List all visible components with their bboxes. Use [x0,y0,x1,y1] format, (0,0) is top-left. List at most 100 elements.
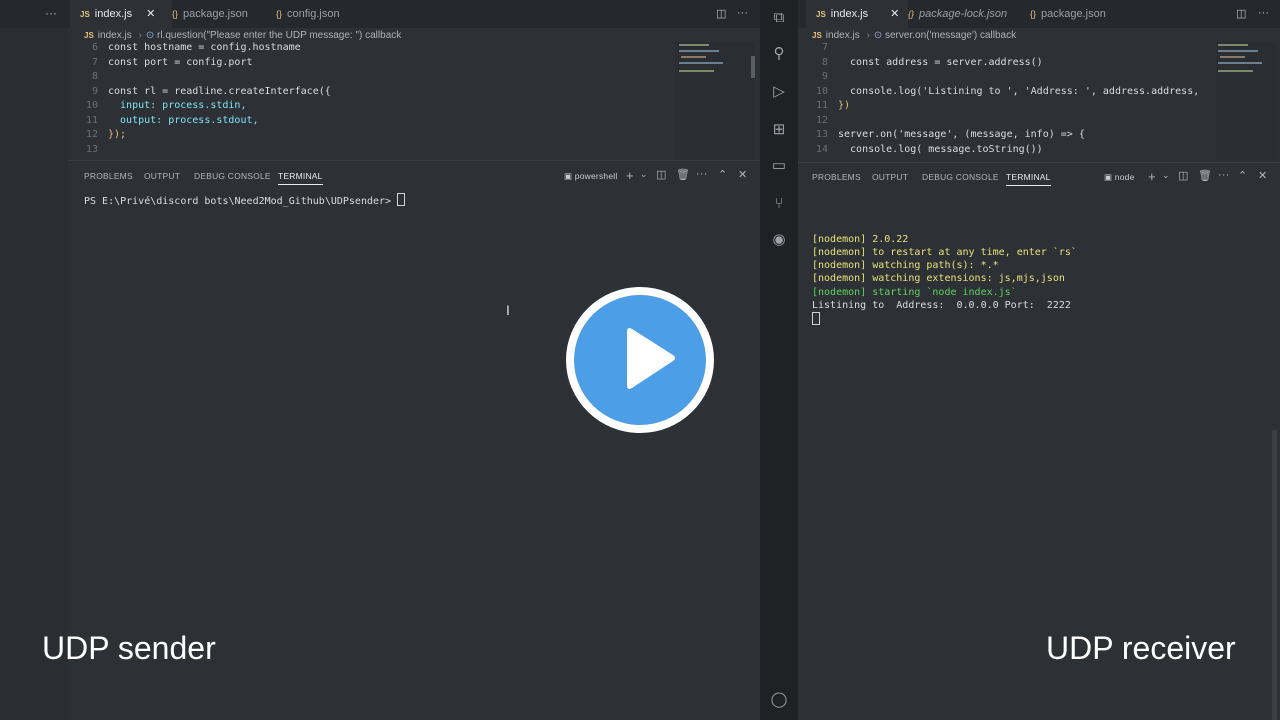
code-line: 9 [821,71,828,82]
code-line: 14 console.log( message.toString()) [815,143,1043,155]
code-line: 13 [85,143,98,155]
terminal-line: [nodemon] watching path(s): *.* [812,260,999,272]
code-line: 6 const hostname = config.hostname [91,42,301,53]
caption-receiver: UDP receiver [1046,630,1236,666]
add-terminal-icon[interactable]: + [626,168,634,183]
tab-terminal[interactable]: TERMINAL [278,171,323,185]
extensions-icon[interactable]: ⊞ [769,120,789,140]
chevron-down-icon[interactable]: ⌄ [1162,170,1170,181]
github-icon[interactable]: ◉ [769,230,789,250]
js-icon: JS [812,31,822,40]
tab-label: package.json [1041,8,1106,20]
tab-package-lock-json[interactable]: {} package-lock.json [898,0,1026,28]
tab-output[interactable]: OUTPUT [144,171,180,181]
right-panel-header: PROBLEMS OUTPUT DEBUG CONSOLE TERMINAL ▣… [798,162,1280,190]
tab-label: config.json [287,8,340,20]
maximize-icon[interactable]: ⌃ [1238,169,1247,182]
play-icon [627,328,675,389]
terminal-output[interactable]: [nodemon] 2.0.22 [nodemon] to restart at … [812,206,1077,341]
terminal-icon: ▣ [564,171,573,181]
code-line: 7 const port = config.port [91,56,253,68]
close-panel-icon[interactable]: ✕ [738,168,747,181]
terminal-line: Listining to Address: 0.0.0.0 Port: 2222 [812,300,1071,312]
code-editor[interactable]: 7 8 const address = server.address() 9 1… [798,41,1208,159]
tab-package-json[interactable]: {} package.json [162,0,272,28]
search-icon[interactable]: ⚲ [769,44,789,64]
add-terminal-icon[interactable]: + [1148,169,1156,184]
left-panel-header: PROBLEMS OUTPUT DEBUG CONSOLE TERMINAL ▣… [68,161,760,189]
more-icon[interactable]: ··· [696,168,708,180]
tab-index-js[interactable]: JS index.js ✕ [806,0,908,28]
close-icon[interactable]: ✕ [146,8,155,20]
terminal-line: [nodemon] to restart at any time, enter … [812,246,1077,258]
code-line: 10 input: process.stdin, [85,100,247,111]
terminal-shell-selector[interactable]: ▣ powershell [564,171,617,182]
code-line: 12}); [85,129,127,140]
minimap[interactable] [1216,42,1276,160]
json-icon: {} [908,9,915,19]
tab-package-json[interactable]: {} package.json [1020,0,1130,28]
more-icon[interactable]: ··· [45,6,57,20]
chevron-down-icon[interactable]: ⌄ [640,169,648,180]
terminal-line: [nodemon] watching extensions: js,mjs,js… [812,273,1065,285]
terminal-cursor [397,193,406,206]
run-debug-icon[interactable]: ▷ [769,82,789,102]
explorer-icon[interactable]: ⧉ [769,8,789,28]
play-button[interactable] [566,287,714,433]
terminal-shell-selector[interactable]: ▣ node [1104,172,1135,183]
tab-output[interactable]: OUTPUT [872,172,908,182]
more-icon[interactable]: ··· [1218,169,1230,181]
more-actions-icon[interactable]: ··· [737,7,748,19]
js-icon: JS [816,10,826,19]
code-line: 7 [821,42,828,53]
trash-icon[interactable]: 🗑 [676,168,690,181]
receiver-window: ⧉ ⚲ ▷ ⊞ ▭ ⑂ ◉ ◯ JS index.js ✕ {} package-lo… [760,0,1280,720]
split-terminal-icon[interactable]: ◫ [1178,169,1189,182]
code-line: 9 const rl = readline.createInterface({ [91,85,331,97]
caption-sender: UDP sender [42,630,216,666]
code-line: 8 [91,71,98,82]
tab-debug-console[interactable]: DEBUG CONSOLE [922,172,999,182]
tab-problems[interactable]: PROBLEMS [84,171,133,181]
minimap[interactable] [675,42,755,160]
right-tab-bar: JS index.js ✕ {} package-lock.json {} packag… [798,0,1280,28]
breadcrumb-file[interactable]: index.js [98,30,132,41]
left-tab-bar: ··· JS index.js ✕ {} package.json {} config.… [0,0,760,28]
play-circle [574,295,706,425]
code-editor[interactable]: 6 const hostname = config.hostname 7 const… [68,41,668,159]
tab-debug-console[interactable]: DEBUG CONSOLE [194,171,271,181]
terminal-icon: ▣ [1104,172,1113,182]
code-line: 11}) [815,100,851,111]
text-cursor-icon: I [506,302,510,318]
breadcrumb-file[interactable]: index.js [826,30,860,41]
left-gutter [0,0,68,720]
json-icon: {} [172,9,179,19]
tab-problems[interactable]: PROBLEMS [812,172,861,182]
more-actions-icon[interactable]: ··· [1258,7,1269,19]
tab-config-json[interactable]: {} config.json [266,0,376,28]
split-editor-icon[interactable]: ◫ [1236,7,1246,20]
folder-icon[interactable]: ▭ [769,156,789,176]
code-line: 10 console.log('Listining to ', 'Address… [815,85,1200,97]
close-panel-icon[interactable]: ✕ [1258,169,1267,182]
trash-icon[interactable]: 🗑 [1198,169,1212,182]
terminal-line: [nodemon] 2.0.22 [812,233,909,245]
tab-terminal[interactable]: TERMINAL [1006,172,1051,186]
source-control-icon[interactable]: ⑂ [769,194,789,214]
tab-label: index.js [94,8,133,20]
account-icon[interactable]: ◯ [769,690,789,710]
terminal-prompt: PS E:\Privé\discord bots\Need2Mod_Github… [84,196,398,207]
json-icon: {} [1030,9,1037,19]
breadcrumb-symbol[interactable]: rl.question("Please enter the UDP messag… [157,30,401,41]
maximize-icon[interactable]: ⌃ [718,168,727,181]
split-editor-icon[interactable]: ◫ [716,7,726,20]
split-terminal-icon[interactable]: ◫ [656,168,667,181]
activity-bar: ⧉ ⚲ ▷ ⊞ ▭ ⑂ ◉ ◯ [760,0,798,720]
scrollbar[interactable] [1272,430,1277,720]
terminal-output[interactable]: PS E:\Privé\discord bots\Need2Mod_Github… [84,193,406,208]
tab-index-js[interactable]: JS index.js ✕ [70,0,172,28]
tab-label: package-lock.json [919,8,1008,20]
js-icon: JS [84,31,94,40]
breadcrumb-symbol[interactable]: server.on('message') callback [885,30,1016,41]
shell-name: powershell [574,171,618,181]
